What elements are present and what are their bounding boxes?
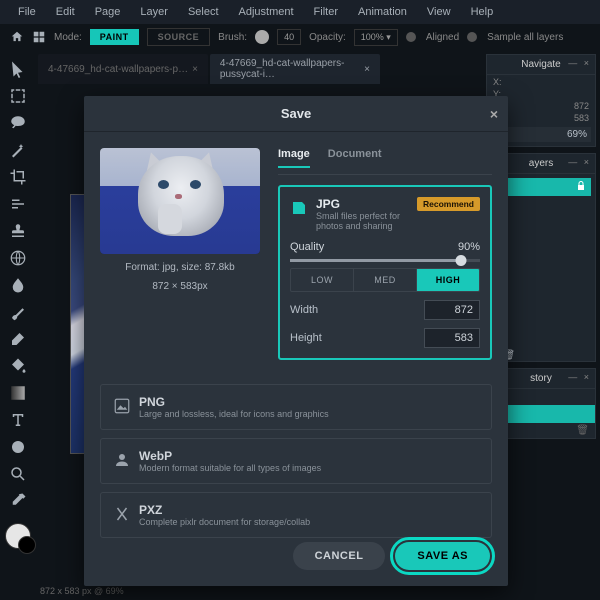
- quality-high-button[interactable]: HIGH: [417, 269, 479, 291]
- wand-tool-icon[interactable]: [9, 141, 27, 159]
- opacity-label: Opacity:: [309, 32, 346, 43]
- crop-tool-icon[interactable]: [9, 168, 27, 186]
- png-subtitle: Large and lossless, ideal for icons and …: [139, 409, 329, 419]
- text-tool-icon[interactable]: [9, 411, 27, 429]
- menu-file[interactable]: File: [10, 4, 44, 20]
- preview-dimensions-text: 872 × 583px: [100, 281, 260, 292]
- menu-layer[interactable]: Layer: [132, 4, 176, 20]
- panel-controls[interactable]: — ×: [568, 58, 591, 68]
- format-pxz-block[interactable]: PXZ Complete pixlr document for storage/…: [100, 492, 492, 538]
- png-title: PNG: [139, 395, 329, 409]
- tab-document[interactable]: Document: [328, 148, 382, 168]
- layers-title: ayers: [529, 158, 553, 169]
- dialog-title: Save: [281, 106, 311, 121]
- cancel-button[interactable]: CANCEL: [293, 542, 386, 570]
- tools-sidebar: [0, 56, 36, 549]
- panel-controls[interactable]: — ×: [568, 157, 591, 167]
- navigate-title: Navigate: [521, 59, 560, 70]
- webp-title: WebP: [139, 449, 321, 463]
- close-icon[interactable]: ×: [192, 64, 198, 75]
- sample-toggle[interactable]: [467, 32, 477, 42]
- width-label: Width: [290, 304, 318, 316]
- height-label: Height: [290, 332, 322, 344]
- nav-w-value: 872: [574, 101, 589, 111]
- brush-size-value[interactable]: 40: [277, 29, 301, 45]
- brush-preview-dot[interactable]: [255, 30, 269, 44]
- webp-format-icon: [113, 451, 131, 469]
- menu-page[interactable]: Page: [87, 4, 129, 20]
- eyedropper-tool-icon[interactable]: [9, 492, 27, 510]
- nav-h-value: 583: [574, 113, 589, 123]
- format-webp-block[interactable]: WebP Modern format suitable for all type…: [100, 438, 492, 484]
- world-tool-icon[interactable]: [9, 249, 27, 267]
- options-toolbar: Mode: PAINT SOURCE Brush: 40 Opacity: 10…: [0, 24, 600, 50]
- pxz-title: PXZ: [139, 503, 310, 517]
- jpg-subtitle: Small files perfect for photos and shari…: [316, 211, 409, 231]
- gradient-tool-icon[interactable]: [9, 384, 27, 402]
- stamp-tool-icon[interactable]: [9, 222, 27, 240]
- menu-filter[interactable]: Filter: [306, 4, 346, 20]
- brush-label: Brush:: [218, 32, 247, 43]
- width-input[interactable]: [424, 300, 480, 320]
- save-as-button[interactable]: SAVE AS: [395, 542, 490, 570]
- blur-tool-icon[interactable]: [9, 276, 27, 294]
- menu-view[interactable]: View: [419, 4, 459, 20]
- lasso-tool-icon[interactable]: [9, 114, 27, 132]
- menu-select[interactable]: Select: [180, 4, 227, 20]
- jpg-format-icon: [290, 199, 308, 217]
- quality-med-button[interactable]: MED: [354, 269, 417, 291]
- mode-paint-chip[interactable]: PAINT: [90, 29, 139, 45]
- panel-controls[interactable]: — ×: [568, 372, 591, 382]
- history-title: story: [530, 373, 552, 384]
- fill-tool-icon[interactable]: [9, 357, 27, 375]
- eraser-tool-icon[interactable]: [9, 330, 27, 348]
- webp-subtitle: Modern format suitable for all types of …: [139, 463, 321, 473]
- marquee-tool-icon[interactable]: [9, 87, 27, 105]
- save-dialog: Save × Format: jpg, size: 87.8kb 872 × 5…: [84, 96, 508, 586]
- pxz-subtitle: Complete pixlr document for storage/coll…: [139, 517, 310, 527]
- zoom-value: 69%: [567, 129, 587, 140]
- mode-label: Mode:: [54, 32, 82, 43]
- lock-icon: [575, 180, 587, 192]
- zoom-tool-icon[interactable]: [9, 465, 27, 483]
- quality-low-button[interactable]: LOW: [291, 269, 354, 291]
- aligned-label: Aligned: [426, 32, 459, 43]
- jpg-title: JPG: [316, 197, 409, 211]
- brush-tool-icon[interactable]: [9, 303, 27, 321]
- shape-tool-icon[interactable]: [9, 438, 27, 456]
- menu-help[interactable]: Help: [463, 4, 502, 20]
- menu-adjustment[interactable]: Adjustment: [231, 4, 302, 20]
- sample-label: Sample all layers: [487, 32, 563, 43]
- mode-source-chip[interactable]: SOURCE: [147, 28, 211, 46]
- arrange-icon[interactable]: [32, 30, 46, 44]
- quality-value: 90%: [458, 241, 480, 253]
- opacity-value[interactable]: 100% ▾: [354, 29, 398, 46]
- nav-x-label: X:: [493, 77, 502, 87]
- quality-slider[interactable]: [290, 259, 480, 262]
- select-tool-icon[interactable]: [9, 60, 27, 78]
- color-swatch[interactable]: [5, 523, 31, 549]
- secondary-color-swatch[interactable]: [18, 536, 36, 554]
- home-icon[interactable]: [10, 30, 24, 44]
- menu-edit[interactable]: Edit: [48, 4, 83, 20]
- menu-animation[interactable]: Animation: [350, 4, 415, 20]
- delete-history-icon[interactable]: 🗑: [576, 425, 589, 436]
- adjust-tool-icon[interactable]: [9, 195, 27, 213]
- aligned-toggle[interactable]: [406, 32, 416, 42]
- pxz-format-icon: [113, 505, 131, 523]
- save-preview-image: [100, 148, 260, 254]
- highlight-ring: [390, 537, 495, 575]
- preview-format-text: Format: jpg, size: 87.8kb: [100, 262, 260, 273]
- height-input[interactable]: [424, 328, 480, 348]
- quality-label: Quality: [290, 241, 324, 253]
- status-bar: 872 x 583 px @ 69%: [40, 586, 124, 596]
- tab-image[interactable]: Image: [278, 148, 310, 168]
- close-dialog-button[interactable]: ×: [490, 106, 498, 122]
- format-png-block[interactable]: PNG Large and lossless, ideal for icons …: [100, 384, 492, 430]
- png-format-icon: [113, 397, 131, 415]
- recommend-badge: Recommend: [417, 197, 480, 211]
- close-icon[interactable]: ×: [364, 64, 370, 75]
- menu-bar: File Edit Page Layer Select Adjustment F…: [0, 0, 600, 24]
- format-jpg-block[interactable]: JPG Small files perfect for photos and s…: [278, 185, 492, 360]
